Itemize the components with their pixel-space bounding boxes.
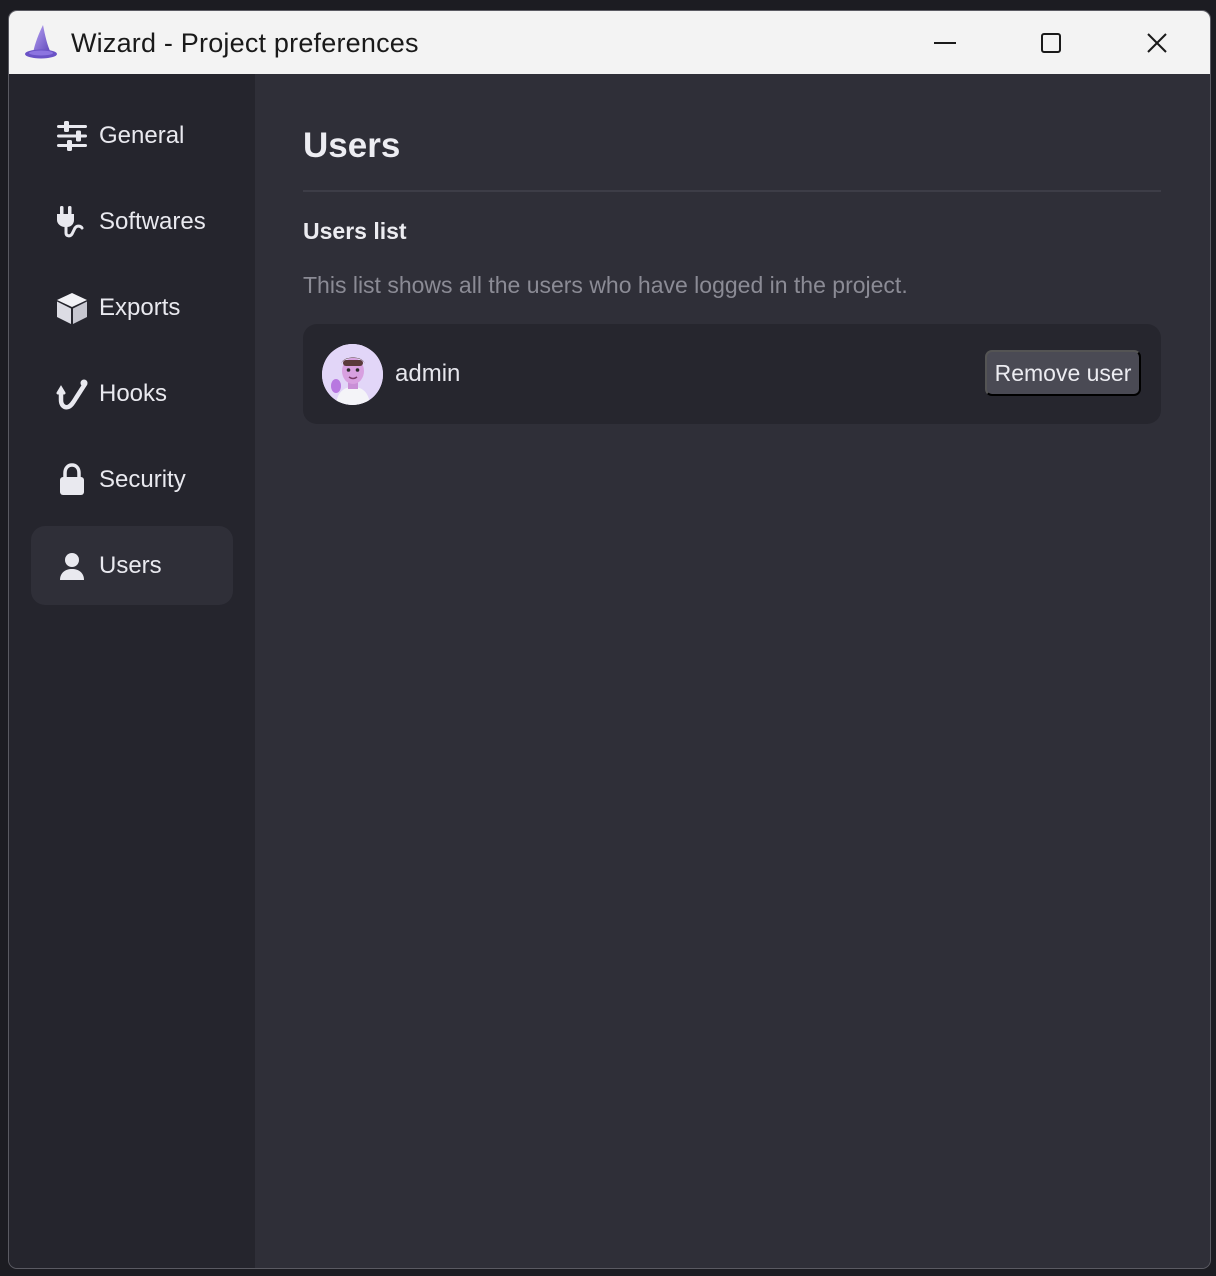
user-list-item: admin Remove user (303, 324, 1161, 424)
divider (303, 190, 1161, 192)
sidebar: General Softwares Exports Hooks Security… (9, 74, 255, 1268)
wizard-hat-icon (23, 23, 59, 61)
sidebar-item-label: Exports (99, 293, 181, 321)
section-description: This list shows all the users who have l… (303, 272, 908, 298)
minimize-button[interactable] (892, 11, 998, 74)
user-icon (55, 549, 89, 583)
title-bar[interactable]: Wizard - Project preferences (9, 11, 1210, 74)
plug-icon (55, 205, 89, 239)
sidebar-item-label: Softwares (99, 207, 206, 235)
sidebar-item-label: Security (99, 465, 186, 493)
sidebar-item-label: General (99, 121, 185, 149)
sidebar-item-hooks[interactable]: Hooks (31, 354, 233, 433)
close-button[interactable] (1104, 11, 1210, 74)
sliders-icon (55, 119, 89, 153)
preferences-window: Wizard - Project preferences General Sof… (8, 10, 1211, 1269)
lock-icon (55, 462, 89, 497)
page-title: Users (303, 126, 401, 165)
maximize-button[interactable] (998, 11, 1104, 74)
window-title: Wizard - Project preferences (71, 28, 419, 58)
section-title: Users list (303, 218, 407, 244)
avatar-icon (322, 344, 383, 405)
remove-user-button[interactable]: Remove user (985, 350, 1141, 396)
hook-icon (55, 377, 89, 411)
sidebar-item-general[interactable]: General (31, 96, 233, 175)
sidebar-item-users[interactable]: Users (31, 526, 233, 605)
sidebar-item-label: Hooks (99, 379, 168, 407)
sidebar-item-exports[interactable]: Exports (31, 268, 233, 347)
user-name: admin (395, 360, 461, 387)
maximize-icon (1041, 32, 1061, 53)
close-icon (1147, 32, 1167, 53)
minimize-icon (934, 41, 956, 44)
box-icon (55, 291, 89, 325)
sidebar-item-security[interactable]: Security (31, 440, 233, 519)
sidebar-item-softwares[interactable]: Softwares (31, 182, 233, 261)
main-content: Users Users list This list shows all the… (255, 74, 1210, 1268)
sidebar-item-label: Users (99, 551, 162, 579)
